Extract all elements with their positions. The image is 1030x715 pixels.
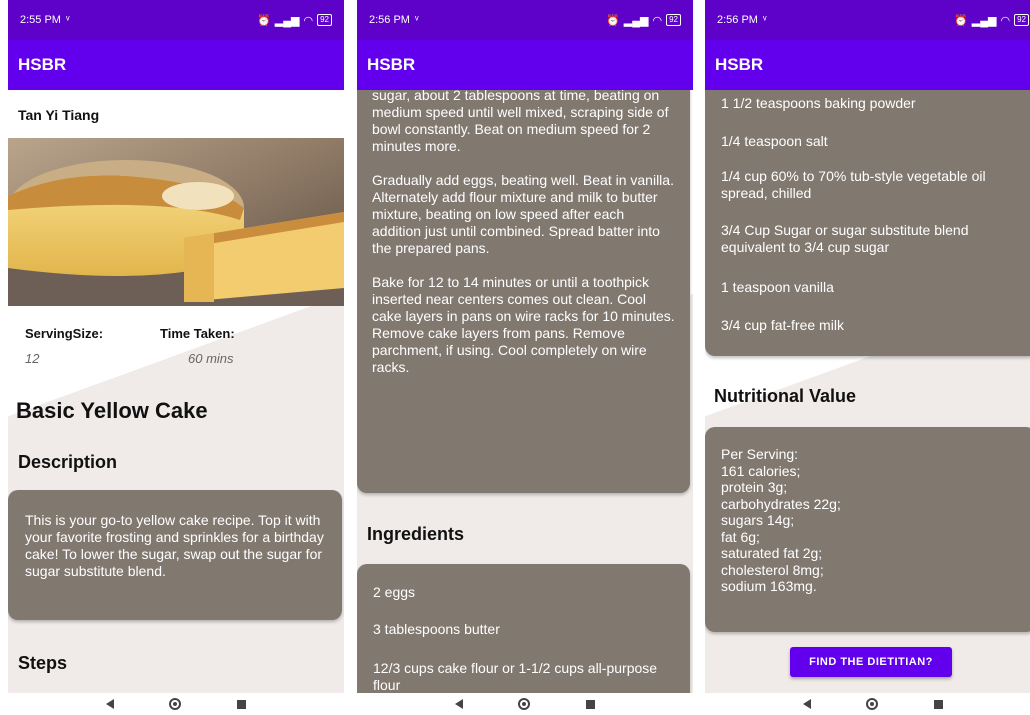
ingredient-item: 1 1/2 teaspoons baking powder xyxy=(721,94,916,111)
nutrition-line: fat 6g; xyxy=(721,528,760,545)
nav-bar xyxy=(705,693,1030,715)
step-text: Bake for 12 to 14 minutes or until a too… xyxy=(372,274,675,375)
signal-icon: ▂▄▆ xyxy=(274,14,300,27)
step-text: Gradually add eggs, beating well. Beat i… xyxy=(372,172,674,256)
vibrate-icon: ᵛ xyxy=(762,14,767,26)
battery-icon: 92 xyxy=(1014,14,1029,26)
recipe-scroll-view[interactable]: Tan Yi Tiang ServingSize: 12 Time Taken:… xyxy=(8,90,344,693)
nutrition-card: Per Serving: 161 calories; protein 3g; c… xyxy=(705,427,1030,632)
wifi-icon: ◠ xyxy=(1000,14,1011,27)
description-card: This is your go-to yellow cake recipe. T… xyxy=(8,490,342,620)
recipe-scroll-view[interactable]: to high speed for 30 seconds. Gradually … xyxy=(357,90,693,693)
status-bar: 2:56 PM ᵛ ⏰ ▂▄▆ ◠ 92 xyxy=(705,0,1030,40)
ingredient-item: 3 tablespoons butter xyxy=(373,621,500,637)
back-icon[interactable] xyxy=(802,699,811,709)
alarm-icon: ⏰ xyxy=(954,14,968,27)
alarm-icon: ⏰ xyxy=(257,14,271,27)
status-icons: ⏰ ▂▄▆ ◠ 92 xyxy=(954,14,1029,27)
time-taken-value: 60 mins xyxy=(188,351,234,366)
ingredient-item: 3/4 cup fat-free milk xyxy=(721,316,844,333)
status-time: 2:56 PM xyxy=(717,14,758,26)
app-bar: HSBR xyxy=(705,40,1030,90)
serving-size-value: 12 xyxy=(25,351,40,366)
phone-screen-ingredients-nutrition: 2:56 PM ᵛ ⏰ ▂▄▆ ◠ 92 HSBR 1 1/2 teaspoon… xyxy=(705,0,1030,715)
description-text: This is your go-to yellow cake recipe. T… xyxy=(25,512,324,579)
recents-icon[interactable] xyxy=(586,699,596,709)
app-title: HSBR xyxy=(715,55,764,74)
steps-card: to high speed for 30 seconds. Gradually … xyxy=(357,90,690,493)
cake-image xyxy=(8,138,344,306)
status-icons: ⏰ ▂▄▆ ◠ 92 xyxy=(257,14,332,27)
app-bar: HSBR xyxy=(357,40,693,90)
description-heading: Description xyxy=(18,452,118,472)
find-dietitian-button[interactable]: FIND THE DIETITIAN? xyxy=(790,647,952,677)
signal-icon: ▂▄▆ xyxy=(623,14,649,27)
back-icon[interactable] xyxy=(454,699,463,709)
vibrate-icon: ᵛ xyxy=(414,14,419,26)
wifi-icon: ◠ xyxy=(303,14,314,27)
ingredients-heading: Ingredients xyxy=(367,524,465,544)
recents-icon[interactable] xyxy=(934,699,944,709)
signal-icon: ▂▄▆ xyxy=(971,14,997,27)
status-icons: ⏰ ▂▄▆ ◠ 92 xyxy=(606,14,681,27)
ingredient-item: 2 eggs xyxy=(373,584,416,600)
app-title: HSBR xyxy=(18,55,67,74)
phone-screen-recipe-top: 2:55 PM ᵛ ⏰ ▂▄▆ ◠ 92 HSBR Tan Yi Tiang S… xyxy=(8,0,344,715)
back-icon[interactable] xyxy=(105,699,114,709)
status-bar: 2:56 PM ᵛ ⏰ ▂▄▆ ◠ 92 xyxy=(357,0,693,40)
home-icon[interactable] xyxy=(169,698,182,710)
nutrition-line: Per Serving: xyxy=(721,446,799,462)
ingredients-card: 1 1/2 teaspoons baking powder 1/4 teaspo… xyxy=(705,90,1030,356)
wifi-icon: ◠ xyxy=(652,14,663,27)
vibrate-icon: ᵛ xyxy=(65,14,70,26)
battery-icon: 92 xyxy=(317,14,332,26)
nutrition-line: saturated fat 2g; xyxy=(721,545,823,561)
recipe-scroll-view[interactable]: 1 1/2 teaspoons baking powder 1/4 teaspo… xyxy=(705,90,1030,693)
nutrition-line: 161 calories; xyxy=(721,462,801,479)
status-time: 2:55 PM xyxy=(20,14,61,26)
recipe-author: Tan Yi Tiang xyxy=(18,107,100,123)
nutrition-line: protein 3g; xyxy=(721,479,788,495)
serving-size-label: ServingSize: xyxy=(25,326,104,341)
battery-icon: 92 xyxy=(666,14,681,26)
nutrition-line: carbohydrates 22g; xyxy=(721,495,841,512)
step-text: to high speed for 30 seconds. Gradually … xyxy=(372,90,669,154)
home-icon[interactable] xyxy=(866,698,879,710)
nav-bar xyxy=(8,693,344,715)
app-title: HSBR xyxy=(367,55,416,74)
nutrition-line: sodium 163mg. xyxy=(721,578,817,594)
ingredients-card: 2 eggs 3 tablespoons butter 12/3 cups ca… xyxy=(357,564,690,693)
ingredient-item: 1/4 cup 60% to 70% tub-style vegetable o… xyxy=(721,168,986,201)
nutrition-heading: Nutritional Value xyxy=(714,386,857,406)
ingredient-item: 1/4 teaspoon salt xyxy=(721,132,828,149)
status-bar: 2:55 PM ᵛ ⏰ ▂▄▆ ◠ 92 xyxy=(8,0,344,40)
status-time: 2:56 PM xyxy=(369,14,410,26)
home-icon[interactable] xyxy=(518,698,531,710)
alarm-icon: ⏰ xyxy=(606,14,620,27)
recents-icon[interactable] xyxy=(237,699,247,709)
ingredient-item: 12/3 cups cake flour or 1-1/2 cups all-p… xyxy=(373,660,658,693)
recipe-title: Basic Yellow Cake xyxy=(16,398,208,423)
ingredient-item: 3/4 Cup Sugar or sugar substitute blend … xyxy=(721,222,969,255)
nav-bar xyxy=(357,693,693,715)
app-bar: HSBR xyxy=(8,40,344,90)
steps-heading: Steps xyxy=(18,653,68,673)
time-taken-label: Time Taken: xyxy=(160,326,235,341)
ingredient-item: 1 teaspoon vanilla xyxy=(721,278,834,295)
nutrition-line: sugars 14g; xyxy=(721,512,795,528)
nutrition-line: cholesterol 8mg; xyxy=(721,561,824,578)
phone-screen-steps: 2:56 PM ᵛ ⏰ ▂▄▆ ◠ 92 HSBR to high speed … xyxy=(357,0,693,715)
